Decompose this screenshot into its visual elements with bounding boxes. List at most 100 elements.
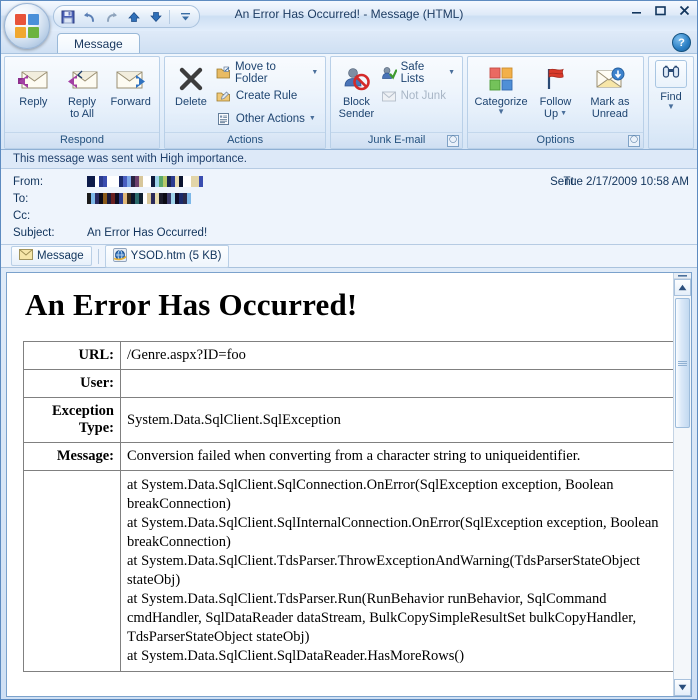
junk-email-dialog-launcher[interactable]: ◯: [447, 135, 459, 147]
header-row-from: From: Sent: Tue 2/17/2009 10:58 AM: [1, 173, 697, 190]
ribbon-group-label-respond: Respond: [5, 132, 159, 148]
previous-item-icon[interactable]: [124, 8, 143, 25]
move-to-folder-button[interactable]: Move to Folder ▼: [213, 61, 321, 85]
ribbon-group-label-junk-email: Junk E-mail ◯: [331, 132, 462, 148]
to-value-redacted[interactable]: [87, 193, 697, 204]
other-actions-label: Other Actions: [235, 112, 305, 125]
row-label-exception-type: Exception Type:: [23, 397, 121, 443]
redo-icon[interactable]: [102, 8, 121, 25]
junk-small-buttons: Safe Lists ▼ Not Junk: [378, 60, 458, 106]
chevron-down-icon[interactable]: ▼: [309, 115, 316, 122]
scrollbar-grip-icon: [678, 360, 687, 367]
not-junk-button: Not Junk: [378, 85, 458, 106]
reply-all-icon: [65, 62, 99, 96]
help-icon[interactable]: ?: [672, 33, 691, 52]
reply-icon: [16, 62, 50, 96]
next-item-icon[interactable]: [146, 8, 165, 25]
subject-value: An Error Has Occurred!: [87, 226, 208, 239]
chevron-down-icon[interactable]: ▼: [667, 103, 675, 111]
redaction-block: [187, 193, 191, 204]
follow-up-button[interactable]: Follow Up ▼: [530, 60, 581, 120]
mark-as-unread-button[interactable]: Mark as Unread: [581, 60, 639, 120]
block-sender-label-1: Block: [342, 96, 370, 108]
importance-info-bar: This message was sent with High importan…: [1, 150, 697, 169]
table-row: URL: /Genre.aspx?ID=foo: [23, 341, 674, 370]
quick-access-toolbar: [53, 5, 200, 28]
reply-button[interactable]: Reply: [9, 60, 58, 108]
close-button[interactable]: [676, 3, 693, 18]
maximize-button[interactable]: [652, 3, 669, 18]
row-value-message: Conversion failed when converting from a…: [120, 442, 674, 471]
ribbon-group-actions: Delete Move to Folder ▼ Create Rule Othe…: [164, 56, 327, 149]
delete-button[interactable]: Delete: [169, 60, 213, 108]
body-vertical-scrollbar[interactable]: [673, 273, 691, 696]
forward-button[interactable]: Forward: [106, 60, 155, 108]
row-value-url: /Genre.aspx?ID=foo: [120, 341, 674, 370]
follow-up-flag-icon: [542, 62, 570, 96]
delete-label: Delete: [175, 96, 207, 108]
scroll-up-button[interactable]: [674, 279, 691, 296]
ribbon-group-options: Categorize ▼ Follow Up ▼ Mark as Unread …: [467, 56, 644, 149]
attachment-bar: Message YSOD.htm (5 KB): [1, 244, 697, 268]
safe-lists-button[interactable]: Safe Lists ▼: [378, 61, 458, 85]
save-icon[interactable]: [58, 8, 77, 25]
reply-to-all-button[interactable]: Reply to All: [58, 60, 107, 120]
minimize-button[interactable]: [628, 3, 645, 18]
actions-small-buttons: Move to Folder ▼ Create Rule Other Actio…: [213, 60, 321, 129]
follow-up-label-1: Follow: [539, 96, 572, 108]
scrollbar-thumb[interactable]: [675, 298, 690, 428]
block-sender-button[interactable]: Block Sender: [335, 60, 377, 120]
chevron-down-icon[interactable]: ▼: [497, 108, 505, 116]
create-rule-icon: [216, 88, 232, 104]
categorize-button[interactable]: Categorize ▼: [472, 60, 530, 116]
qat-separator: [169, 9, 170, 24]
find-button[interactable]: [655, 60, 687, 88]
table-row: Exception Type: System.Data.SqlClient.Sq…: [23, 397, 674, 443]
reply-all-label-1: Reply: [67, 96, 97, 108]
customize-quick-access-icon[interactable]: [176, 8, 195, 25]
outlook-message-window: An Error Has Occurred! - Message (HTML) …: [0, 0, 698, 700]
chevron-down-icon[interactable]: ▼: [448, 69, 455, 76]
other-actions-button[interactable]: Other Actions ▼: [213, 108, 321, 129]
table-row: at System.Data.SqlClient.SqlConnection.O…: [23, 470, 674, 672]
block-sender-icon: [341, 62, 371, 96]
move-to-folder-icon: [216, 65, 231, 81]
scrollbar-track[interactable]: [674, 296, 691, 679]
ribbon-group-junk-email: Block Sender Safe Lists ▼ Not Junk Junk …: [330, 56, 463, 149]
chevron-down-icon[interactable]: ▼: [560, 108, 567, 120]
office-button[interactable]: [4, 3, 50, 49]
header-row-subject: Subject: An Error Has Occurred!: [1, 224, 697, 241]
window-controls: [628, 3, 693, 18]
sent-value: Tue 2/17/2009 10:58 AM: [563, 175, 689, 188]
row-label-url: URL:: [23, 341, 121, 370]
ribbon: Reply Reply to All Forward Respond Delet…: [1, 53, 697, 150]
message-view-tab[interactable]: Message: [11, 246, 92, 266]
other-actions-icon: [216, 111, 232, 127]
scroll-down-button[interactable]: [674, 679, 691, 696]
delete-icon: [176, 62, 206, 96]
attachment-item[interactable]: YSOD.htm (5 KB): [104, 244, 230, 268]
not-junk-label: Not Junk: [400, 89, 446, 102]
undo-icon[interactable]: [80, 8, 99, 25]
chevron-down-icon[interactable]: ▼: [311, 69, 318, 76]
ribbon-tab-strip: Message ?: [1, 31, 697, 55]
table-row: Message: Conversion failed when converti…: [23, 442, 674, 471]
options-dialog-launcher[interactable]: ◯: [628, 135, 640, 147]
row-label-stack-trace: [23, 470, 121, 672]
error-details-table: URL: /Genre.aspx?ID=foo User: Exception …: [23, 341, 674, 672]
create-rule-button[interactable]: Create Rule: [213, 85, 321, 106]
ribbon-group-find: Find ▼: [648, 56, 694, 149]
row-value-stack-trace: at System.Data.SqlClient.SqlConnection.O…: [120, 470, 674, 672]
title-bar: An Error Has Occurred! - Message (HTML): [1, 1, 697, 49]
options-label-text: Options: [536, 134, 575, 146]
create-rule-label: Create Rule: [235, 89, 298, 102]
binoculars-icon: [662, 64, 680, 85]
safe-lists-icon: [381, 65, 397, 81]
forward-icon: [114, 62, 148, 96]
tab-message[interactable]: Message: [57, 33, 140, 55]
reply-all-label-2: to All: [70, 108, 94, 120]
html-file-icon: [112, 247, 127, 265]
junk-email-label-text: Junk E-mail: [367, 134, 426, 146]
header-row-to: To:: [1, 190, 697, 207]
table-row: User:: [23, 369, 674, 398]
